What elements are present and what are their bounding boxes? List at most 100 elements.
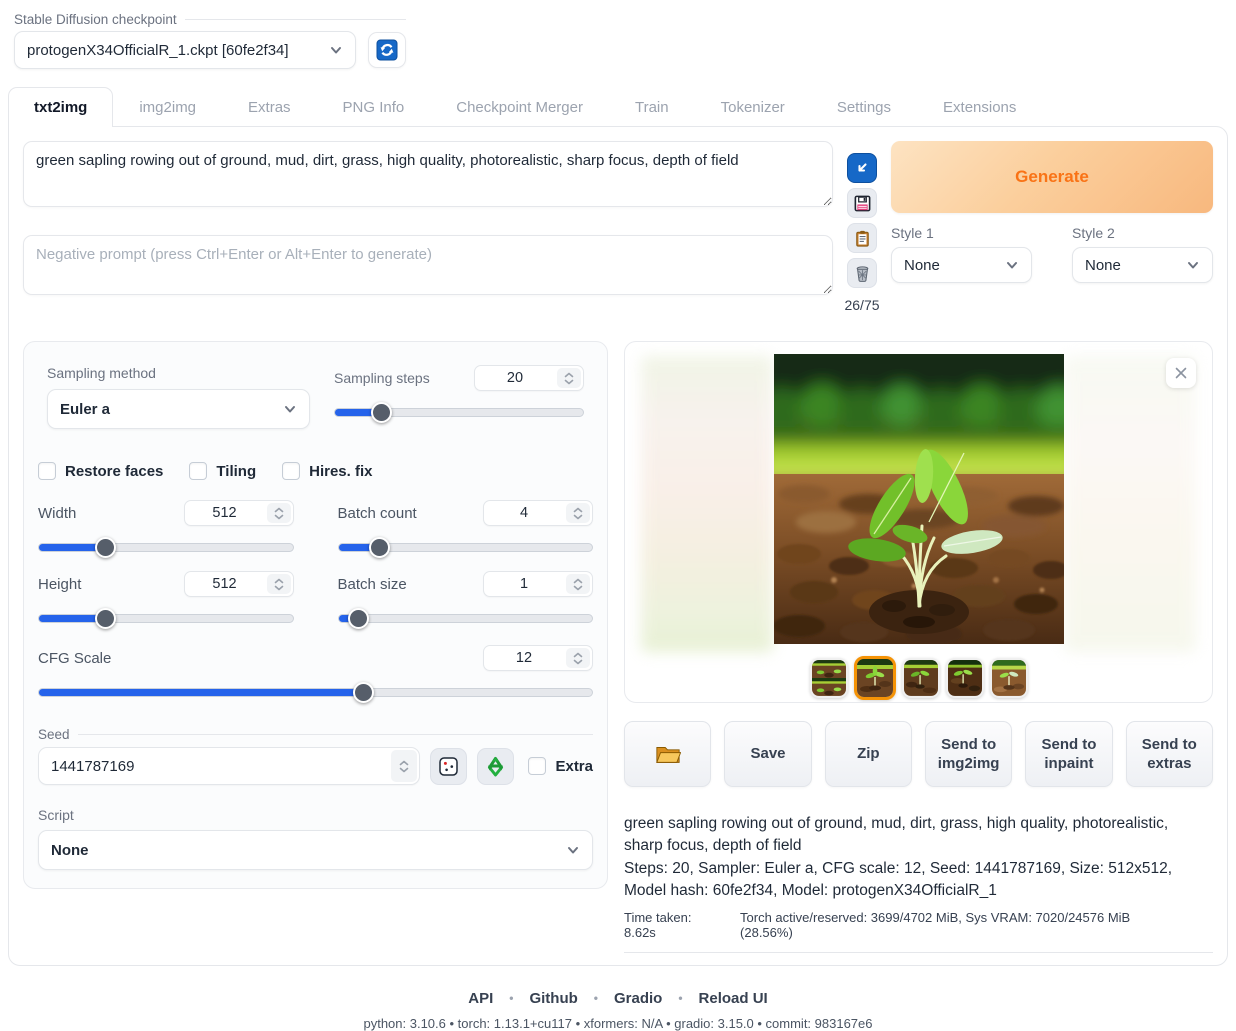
stepper-arrows[interactable]	[566, 648, 590, 668]
generate-button[interactable]: Generate	[891, 141, 1213, 213]
tab-png-info[interactable]: PNG Info	[317, 87, 431, 127]
tiling-label: Tiling	[216, 463, 256, 480]
stepper-arrows[interactable]	[566, 503, 590, 523]
batch-size-input[interactable]	[484, 572, 564, 596]
paste-params-button[interactable]	[847, 153, 877, 183]
width-slider[interactable]	[38, 536, 294, 558]
preview-backdrop-right	[1064, 356, 1196, 652]
sampling-method-select[interactable]: Euler a	[47, 389, 310, 429]
reload-ui-link[interactable]: Reload UI	[699, 990, 768, 1007]
tab-bar: txt2img img2img Extras PNG Info Checkpoi…	[8, 87, 1228, 126]
height-input[interactable]	[185, 572, 265, 596]
txt2img-panel: green sapling rowing out of ground, mud,…	[8, 126, 1228, 966]
sampling-method-label: Sampling method	[47, 365, 310, 381]
checkpoint-header: Stable Diffusion checkpoint protogenX34O…	[14, 12, 406, 69]
cfg-scale-slider[interactable]	[38, 681, 593, 703]
refresh-checkpoint-button[interactable]	[368, 32, 406, 68]
time-taken-text: Time taken: 8.62s	[624, 910, 726, 940]
refresh-icon	[376, 39, 398, 61]
thumbnail-5[interactable]	[990, 658, 1028, 698]
batch-count-input[interactable]	[484, 501, 564, 525]
style2-select[interactable]: None	[1072, 247, 1213, 283]
prompt-tools: 26/75	[845, 141, 879, 313]
reuse-seed-button[interactable]	[477, 748, 514, 785]
random-seed-button[interactable]	[430, 748, 467, 785]
checkpoint-label: Stable Diffusion checkpoint	[14, 12, 406, 27]
seed-input[interactable]	[39, 748, 389, 784]
save-style-button[interactable]	[847, 188, 877, 218]
tiling-checkbox[interactable]: Tiling	[189, 462, 256, 480]
tab-extensions[interactable]: Extensions	[917, 87, 1042, 127]
thumbnail-3[interactable]	[902, 658, 940, 698]
hires-fix-checkbox[interactable]: Hires. fix	[282, 462, 372, 480]
tab-settings[interactable]: Settings	[811, 87, 917, 127]
sampling-steps-slider[interactable]	[334, 401, 584, 423]
send-to-img2img-button[interactable]: Send to img2img	[925, 721, 1012, 787]
save-button[interactable]: Save	[724, 721, 811, 787]
thumbnail-grid[interactable]	[810, 658, 848, 698]
checkbox	[528, 757, 546, 775]
send-to-extras-button[interactable]: Send to extras	[1126, 721, 1213, 787]
restore-faces-checkbox[interactable]: Restore faces	[38, 462, 163, 480]
close-preview-button[interactable]	[1166, 358, 1196, 388]
cfg-scale-input[interactable]	[484, 646, 564, 670]
chevron-down-icon	[283, 402, 297, 416]
stepper-arrows[interactable]	[267, 574, 291, 594]
stepper-arrows[interactable]	[566, 574, 590, 594]
stepper-arrows[interactable]	[557, 368, 581, 388]
chevron-down-icon	[329, 43, 343, 57]
batch-size-slider[interactable]	[338, 607, 594, 629]
github-link[interactable]: Github	[529, 990, 577, 1007]
dice-icon	[438, 756, 459, 777]
generation-info-prompt: green sapling rowing out of ground, mud,…	[624, 813, 1183, 858]
tab-checkpoint-merger[interactable]: Checkpoint Merger	[430, 87, 609, 127]
stepper-arrows[interactable]	[267, 503, 291, 523]
style2-label: Style 2	[1072, 225, 1213, 241]
width-input[interactable]	[185, 501, 265, 525]
sampling-steps-input[interactable]	[475, 366, 555, 390]
api-link[interactable]: API	[468, 990, 493, 1007]
batch-count-slider[interactable]	[338, 536, 594, 558]
seed-label: Seed	[38, 727, 593, 742]
recycle-icon	[485, 756, 506, 777]
clear-prompt-button[interactable]	[847, 258, 877, 288]
tab-train[interactable]: Train	[609, 87, 695, 127]
preview-backdrop-left	[641, 356, 773, 652]
tab-txt2img[interactable]: txt2img	[8, 87, 113, 127]
arrow-down-left-icon	[853, 159, 871, 177]
image-preview-panel	[624, 341, 1213, 703]
checkbox	[189, 462, 207, 480]
height-slider[interactable]	[38, 607, 294, 629]
output-actions: Save Zip Send to img2img Send to inpaint…	[624, 721, 1213, 787]
prompt-input[interactable]: green sapling rowing out of ground, mud,…	[23, 141, 833, 207]
style1-select[interactable]: None	[891, 247, 1032, 283]
chevron-down-icon	[1005, 258, 1019, 272]
open-folder-button[interactable]	[624, 721, 711, 787]
version-info: python: 3.10.6 • torch: 1.13.1+cu117 • x…	[8, 1016, 1228, 1031]
script-select[interactable]: None	[38, 830, 593, 870]
folder-icon	[655, 743, 681, 765]
stepper-arrows[interactable]	[391, 750, 417, 782]
app-root: Stable Diffusion checkpoint protogenX34O…	[0, 0, 1236, 1031]
footer: API • Github • Gradio • Reload UI python…	[8, 990, 1228, 1031]
send-to-inpaint-button[interactable]: Send to inpaint	[1025, 721, 1112, 787]
checkpoint-value: protogenX34OfficialR_1.ckpt [60fe2f34]	[27, 42, 289, 59]
tab-img2img[interactable]: img2img	[113, 87, 222, 127]
zip-button[interactable]: Zip	[825, 721, 912, 787]
close-icon	[1174, 366, 1188, 380]
cfg-scale-label: CFG Scale	[38, 650, 111, 667]
checkpoint-select[interactable]: protogenX34OfficialR_1.ckpt [60fe2f34]	[14, 31, 356, 69]
checkbox	[38, 462, 56, 480]
separator: •	[678, 991, 682, 1005]
checkbox	[282, 462, 300, 480]
negative-prompt-input[interactable]	[23, 235, 833, 295]
gradio-link[interactable]: Gradio	[614, 990, 662, 1007]
tab-tokenizer[interactable]: Tokenizer	[695, 87, 811, 127]
tab-extras[interactable]: Extras	[222, 87, 317, 127]
extra-seed-checkbox[interactable]: Extra	[528, 757, 593, 775]
thumbnail-selected[interactable]	[854, 656, 896, 700]
generation-info: green sapling rowing out of ground, mud,…	[624, 813, 1213, 953]
apply-style-button[interactable]	[847, 223, 877, 253]
generated-image[interactable]	[774, 354, 1064, 644]
thumbnail-4[interactable]	[946, 658, 984, 698]
